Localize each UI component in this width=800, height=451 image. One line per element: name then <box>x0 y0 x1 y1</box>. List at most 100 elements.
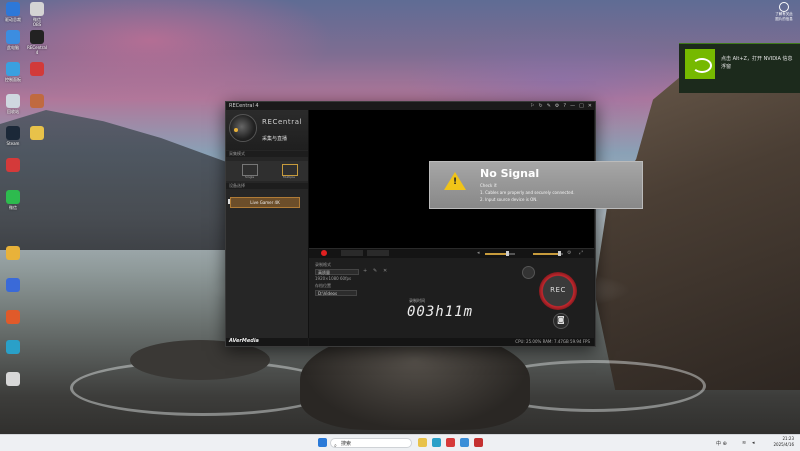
folder-icon[interactable] <box>26 126 48 141</box>
desktop-icon-label: 微信 <box>9 205 17 210</box>
save-location-label: 存档位置 <box>315 283 331 288</box>
fullscreen-icon[interactable]: ⤢ <box>579 250 583 256</box>
snapshot-button[interactable]: ◙ <box>553 313 569 329</box>
start-button-icon[interactable] <box>318 438 327 447</box>
flag-icon[interactable]: ⚐ <box>530 103 534 109</box>
rec-button-label: REC <box>550 286 566 294</box>
no-signal-line-2: 2. Input source device is ON. <box>480 197 538 202</box>
desktop-icon-label: 控制面板 <box>5 77 21 82</box>
stream-tab[interactable] <box>341 250 363 256</box>
wallpaper-info-label: 了解有关此 图片的信息 <box>775 12 793 21</box>
desktop-icons: 驱动总裁 微信 OBS 此电脑 RECentral 4 控制面板回收站 Steam 微信 <box>0 0 50 430</box>
wechat-icon[interactable]: 微信 <box>2 190 24 210</box>
settings-icon[interactable]: ⚙ <box>567 250 571 256</box>
wifi-icon[interactable]: ≋ <box>742 440 746 446</box>
app-icon-13[interactable] <box>2 246 24 261</box>
app-icon-8-glyph <box>30 94 44 108</box>
control-bar: ◂ ⚙ ⤢ <box>309 248 594 258</box>
camera-icon: ◙ <box>557 315 565 324</box>
delete-icon[interactable]: ✕ <box>383 268 387 274</box>
recentral-taskbar-icon[interactable] <box>474 438 483 447</box>
section-capture-mode: 采集模式 <box>226 151 308 157</box>
speaker-icon[interactable]: ◂ <box>477 250 480 256</box>
app-icon-2-glyph <box>30 2 44 16</box>
add-icon[interactable]: + <box>363 268 367 274</box>
desktop-icon-label: 微信 OBS <box>32 17 42 27</box>
taskbar-search[interactable]: ⌕ 搜索 <box>330 438 412 449</box>
window-titlebar[interactable]: RECentral 4 ⚐ ↻ ✎ ⚙? — □ ✕ <box>226 102 595 110</box>
recentral-icon[interactable]: RECentral 4 <box>26 30 48 55</box>
desktop-icon-label: RECentral 4 <box>27 45 47 55</box>
app-icon-8[interactable] <box>26 94 48 109</box>
format-label: 录制格式 <box>315 262 331 267</box>
file-explorer-icon[interactable] <box>418 438 427 447</box>
app-icon-2[interactable]: 微信 OBS <box>26 2 48 27</box>
tray-area[interactable]: 中 ⊕ <box>716 440 727 447</box>
app-taskbar-icon-4[interactable] <box>460 438 469 447</box>
notification-text: 点击 Alt+Z，打开 NVIDIA 信息浮窗 <box>721 56 793 70</box>
edge-icon[interactable] <box>2 340 24 355</box>
mode-single-label: Single <box>245 175 255 179</box>
rec-time-remaining: 003h11m <box>407 304 474 320</box>
app-icon-15[interactable] <box>2 310 24 325</box>
steam-icon[interactable]: Steam <box>2 126 24 146</box>
computer-icon[interactable]: 此电脑 <box>2 30 24 50</box>
mode-selector: Single Multiple <box>226 161 308 181</box>
desktop-icon-label: Steam <box>6 141 20 146</box>
refresh-icon[interactable]: ↻ <box>539 103 543 109</box>
wallpaper-info-button[interactable]: 了解有关此 图片的信息 <box>770 2 798 22</box>
search-placeholder: 搜索 <box>341 441 352 447</box>
desktop-icon-label: 驱动总裁 <box>5 17 21 22</box>
steam-icon-glyph <box>6 126 20 140</box>
window-title: RECentral 4 <box>229 103 259 109</box>
recycle-bin-icon[interactable]: 回收站 <box>2 94 24 114</box>
schedule-tab[interactable] <box>367 250 389 256</box>
app-icon-11[interactable] <box>2 158 24 173</box>
minimize-icon[interactable]: — <box>570 103 575 109</box>
edge-icon-glyph <box>6 340 20 354</box>
mic-volume-slider[interactable] <box>533 251 563 256</box>
camera-icon <box>779 2 789 12</box>
mode-multiple-label: Multiple <box>283 175 295 179</box>
app-w-icon[interactable] <box>446 438 455 447</box>
no-signal-dialog: ! No Signal Check if: 1. Cables are prop… <box>429 161 643 209</box>
app-icon-17[interactable] <box>2 372 24 387</box>
app-icon-6[interactable] <box>26 62 48 77</box>
mode-title: 采集与直播 <box>262 136 288 142</box>
wechat-icon-glyph <box>6 190 20 204</box>
edit-icon[interactable]: ✎ <box>547 103 551 109</box>
sidebar: RECentral 采集与直播 采集模式 Single Multiple 设备选… <box>226 110 309 338</box>
volume-icon[interactable]: ◂ <box>752 440 755 446</box>
device-item-live-gamer-4k[interactable]: Live Gamer 4K <box>230 197 300 208</box>
app-icon-14[interactable] <box>2 278 24 293</box>
app-icon-13-glyph <box>6 246 20 260</box>
section-device: 设备选择 <box>226 183 308 189</box>
recentral-window: RECentral 4 ⚐ ↻ ✎ ⚙? — □ ✕ RECentral 采集与直播 采集模… <box>225 101 643 347</box>
settings-round-button[interactable] <box>522 266 535 279</box>
driver-icon[interactable]: 驱动总裁 <box>2 2 24 22</box>
recycle-bin-icon-glyph <box>6 94 20 108</box>
edit-icon[interactable]: ✎ <box>373 268 377 274</box>
settings-icon[interactable]: ⚙ <box>555 103 559 109</box>
control-panel-icon[interactable]: 控制面板 <box>2 62 24 82</box>
logo-area: RECentral 采集与直播 <box>226 110 308 150</box>
rec-button[interactable]: REC <box>539 272 577 310</box>
nvidia-notification[interactable]: 点击 Alt+Z，打开 NVIDIA 信息浮窗 <box>679 43 800 93</box>
no-signal-title: No Signal <box>480 167 540 180</box>
video-preview: ! No Signal Check if: 1. Cables are prop… <box>309 110 643 248</box>
maximize-icon[interactable]: □ <box>579 103 584 109</box>
browser-icon[interactable] <box>432 438 441 447</box>
folder-icon-glyph <box>30 126 44 140</box>
format-select[interactable]: 高质量 <box>315 269 359 275</box>
save-location-field[interactable]: D:\Videos <box>315 290 357 296</box>
help-icon[interactable]: ? <box>563 103 566 109</box>
nvidia-icon <box>685 49 715 79</box>
desktop-icon-label: 此电脑 <box>7 45 19 50</box>
logo-dot <box>234 128 238 132</box>
close-icon[interactable]: ✕ <box>588 103 592 109</box>
record-mode-tab[interactable] <box>321 250 327 256</box>
clock-date: 2025/4/16 <box>773 442 794 447</box>
taskbar-clock[interactable]: 21:23 2025/4/16 <box>766 436 794 448</box>
app-icon-15-glyph <box>6 310 20 324</box>
audio-volume-slider[interactable] <box>485 251 515 256</box>
